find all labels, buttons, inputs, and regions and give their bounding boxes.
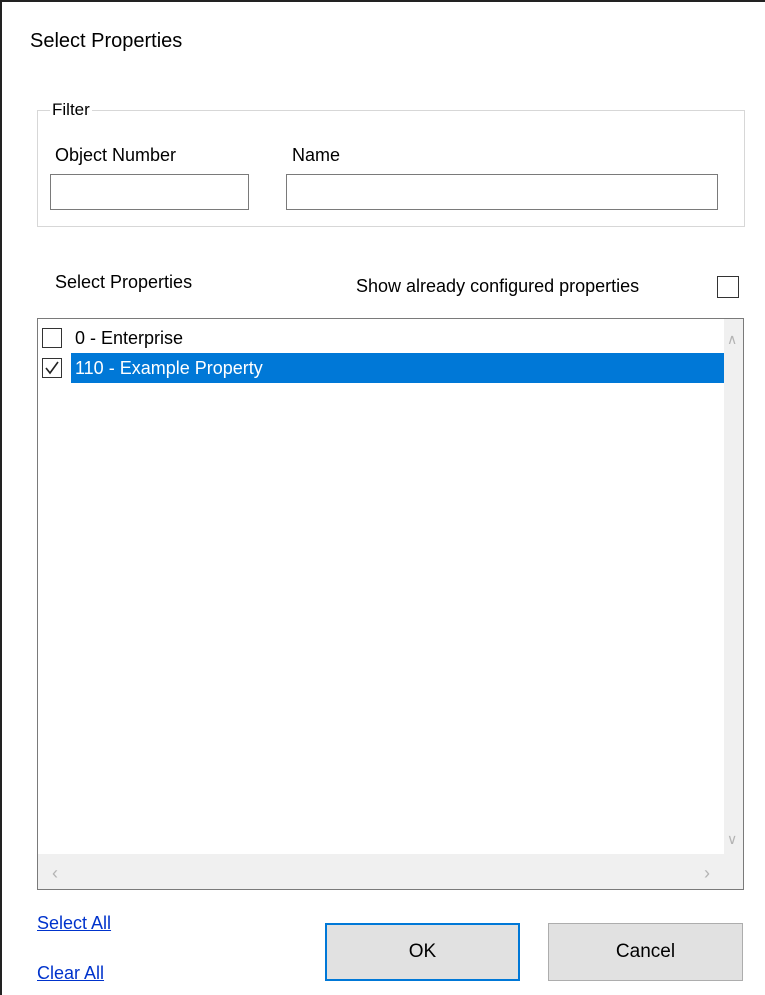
horizontal-scrollbar[interactable]: ‹ › [38,854,724,889]
scrollbar-corner [724,854,743,889]
ok-button[interactable]: OK [325,923,520,981]
cancel-button[interactable]: Cancel [548,923,743,981]
properties-listbox[interactable]: 0 - Enterprise 110 - Example Property ∧ … [37,318,744,890]
filter-legend: Filter [50,100,92,120]
object-number-input[interactable] [50,174,249,210]
dialog-title: Select Properties [30,30,183,52]
chevron-up-icon[interactable]: ∧ [727,331,737,348]
chevron-down-icon[interactable]: ∨ [727,831,737,848]
select-properties-dialog: Select Properties Filter Object Number N… [0,0,765,995]
show-configured-label: Show already configured properties [356,276,640,296]
item-checkbox[interactable] [42,358,62,378]
item-label: 110 - Example Property [71,353,726,383]
name-label: Name [292,145,341,165]
object-number-label: Object Number [55,145,177,165]
vertical-scrollbar[interactable]: ∧ ∨ [724,319,743,854]
clear-all-link[interactable]: Clear All [37,963,104,984]
list-item[interactable]: 110 - Example Property [40,353,726,383]
list-item[interactable]: 0 - Enterprise [40,323,726,353]
select-all-link[interactable]: Select All [37,913,111,934]
name-input[interactable] [286,174,718,210]
item-label: 0 - Enterprise [75,328,184,348]
show-configured-checkbox[interactable] [717,276,739,298]
item-checkbox[interactable] [42,328,62,348]
select-properties-label: Select Properties [55,272,193,292]
chevron-left-icon[interactable]: ‹ [52,863,58,884]
chevron-right-icon[interactable]: › [704,863,710,884]
properties-list: 0 - Enterprise 110 - Example Property [40,323,726,383]
checkmark-icon [45,361,59,375]
